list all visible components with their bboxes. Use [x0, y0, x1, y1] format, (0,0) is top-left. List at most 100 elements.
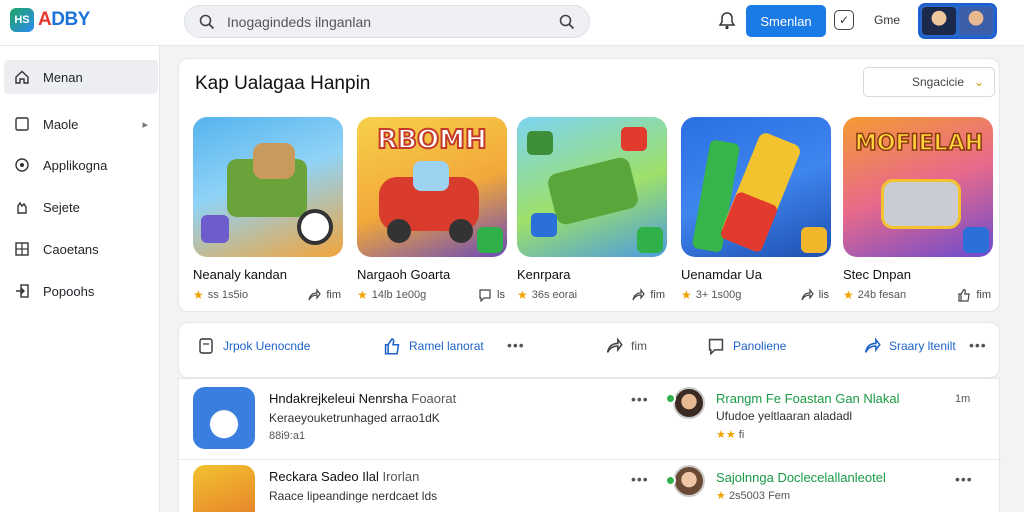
game-thumbnail-title: RBOMH: [376, 124, 488, 156]
game-rating: 36s eorai: [531, 289, 578, 301]
game-card[interactable]: MOFIELAH Stec Dnpan ★ 24b fesan fim: [843, 117, 993, 302]
search-submit-icon[interactable]: [559, 14, 575, 30]
compass-icon: [15, 158, 29, 172]
sidebar-item-sejete[interactable]: Sejete: [4, 190, 158, 224]
game-meta: ★ ss 1s5io fim: [193, 288, 343, 302]
game-title: Nargaoh Goarta: [357, 267, 451, 282]
badge-icon: [963, 227, 989, 253]
comment-title[interactable]: Rrangm Fe Foastan Gan Nlakal: [716, 391, 900, 406]
document-icon: [199, 338, 213, 354]
sidebar-item-apps[interactable]: Applikogna: [4, 148, 158, 182]
section-title: Kap Ualagaa Hanpin: [195, 73, 371, 94]
sidebar-item-label: Applikogna: [43, 157, 108, 173]
sidebar-item-categories[interactable]: Caoetans: [4, 232, 158, 266]
sidebar: Menan Maole ▸ Applikogna Sejete Caoetans…: [0, 46, 160, 512]
sidebar-item-home[interactable]: Menan: [4, 60, 158, 94]
avatar: [922, 7, 956, 35]
game-title: Neanaly kandan: [193, 267, 287, 282]
sidebar-item-popoohs[interactable]: Popoohs: [4, 274, 158, 308]
home-icon: [15, 70, 29, 84]
checkbox-icon[interactable]: ✓: [834, 10, 854, 30]
sidebar-item-label: Sejete: [43, 199, 80, 215]
share-button[interactable]: fim: [605, 337, 647, 355]
game-card[interactable]: Uenamdar Ua ★ 3+ 1s00g lis: [681, 117, 831, 302]
more-options-icon[interactable]: •••: [955, 471, 973, 487]
action-label: Sraary ltenilt: [889, 339, 956, 353]
share-button[interactable]: fim: [307, 288, 341, 302]
avatar: [959, 7, 993, 35]
notification-icon[interactable]: [716, 10, 738, 32]
game-rating: 3+ 1s00g: [695, 289, 742, 301]
post-app-icon[interactable]: [193, 465, 255, 512]
sort-dropdown[interactable]: Sngacicie ⌄: [863, 67, 995, 97]
post-subtitle: Raace lipeandinge nerdcaet lds: [269, 489, 438, 503]
game-thumbnail[interactable]: [517, 117, 667, 257]
share-icon: [606, 337, 623, 353]
game-thumbnail[interactable]: [193, 117, 343, 257]
comment-icon: [708, 338, 724, 355]
badge-icon: [477, 227, 503, 253]
comment-label: ls: [497, 289, 505, 301]
primary-action-button[interactable]: Smenlan: [746, 5, 826, 37]
game-title: Kenrpara: [517, 267, 571, 282]
comment-button[interactable]: ls: [478, 288, 505, 302]
game-thumbnail-title: MOFIELAH: [854, 130, 984, 157]
like-label: fim: [976, 289, 991, 301]
game-rating: 14lb 1e00g: [371, 289, 427, 301]
star-icon: ★: [843, 288, 854, 302]
share-button[interactable]: Sraary ltenilt: [863, 337, 956, 355]
game-thumbnail[interactable]: RBOMH: [357, 117, 507, 257]
game-rating: ss 1s5io: [207, 289, 249, 301]
timestamp: 1m: [955, 393, 971, 405]
hand-icon: [17, 201, 27, 214]
sidebar-item-maole[interactable]: Maole ▸: [4, 107, 158, 141]
mode-label[interactable]: Gme: [874, 13, 900, 27]
action-label: Panoliene: [733, 339, 787, 353]
star-icon: ★: [517, 288, 528, 302]
search-icon: [199, 14, 215, 29]
more-options-icon[interactable]: •••: [631, 471, 649, 487]
comment-button[interactable]: Panoliene: [707, 337, 786, 355]
report-button[interactable]: Jrpok Uenocnde: [197, 337, 310, 355]
more-options-icon[interactable]: •••: [507, 337, 525, 353]
comment-icon: [479, 289, 491, 302]
action-bar: Jrpok Uenocnde Ramel lanorat ••• fim Pan…: [178, 322, 1000, 378]
sidebar-item-label: Popoohs: [43, 283, 95, 299]
avatar[interactable]: [673, 465, 705, 497]
post-subtitle: Keraeyouketrunhaged arrao1dK: [269, 411, 440, 425]
avatar[interactable]: [673, 387, 705, 419]
game-thumbnail[interactable]: MOFIELAH: [843, 117, 993, 257]
game-thumbnail[interactable]: [681, 117, 831, 257]
search-input[interactable]: [227, 13, 547, 30]
more-options-icon[interactable]: •••: [631, 391, 649, 407]
game-card[interactable]: RBOMH Nargaoh Goarta ★ 14lb 1e00g ls: [357, 117, 507, 302]
share-label: fim: [650, 289, 665, 301]
search-bar[interactable]: [184, 5, 590, 38]
game-card[interactable]: Kenrpara ★ 36s eorai fim: [517, 117, 667, 302]
post-title[interactable]: Hndakrejkeleui Nenrsha Foaorat: [269, 391, 456, 406]
more-options-icon[interactable]: •••: [969, 337, 987, 353]
account-avatars[interactable]: [918, 3, 997, 39]
star-icon: ★: [193, 288, 204, 302]
like-button[interactable]: fim: [957, 288, 991, 302]
share-icon: [632, 288, 646, 301]
share-icon: [801, 288, 814, 301]
share-button[interactable]: lis: [800, 288, 829, 302]
online-status-icon: [665, 393, 676, 404]
share-button[interactable]: fim: [631, 288, 665, 302]
sort-value: Sngacicie: [911, 75, 964, 89]
action-label: Jrpok Uenocnde: [223, 339, 311, 353]
chevron-right-icon: ▸: [142, 118, 148, 131]
square-icon: [15, 117, 29, 131]
login-icon: [16, 284, 29, 298]
star-icon: ★: [681, 288, 692, 302]
like-button[interactable]: Ramel lanorat: [383, 337, 484, 355]
game-title: Stec Dnpan: [843, 267, 911, 282]
game-card[interactable]: Neanaly kandan ★ ss 1s5io fim: [193, 117, 343, 302]
post-app-icon[interactable]: [193, 387, 255, 449]
comment-subtitle: Ufudoe yeltlaaran aladadl: [716, 409, 853, 423]
app-logo[interactable]: HS ADBY: [10, 8, 90, 32]
post-title[interactable]: Reckara Sadeo Ilal Irorlan: [269, 469, 419, 484]
comment-title[interactable]: Sajolnnga Doclecelallanleotel: [716, 470, 886, 485]
logo-mark-icon: HS: [10, 8, 34, 32]
